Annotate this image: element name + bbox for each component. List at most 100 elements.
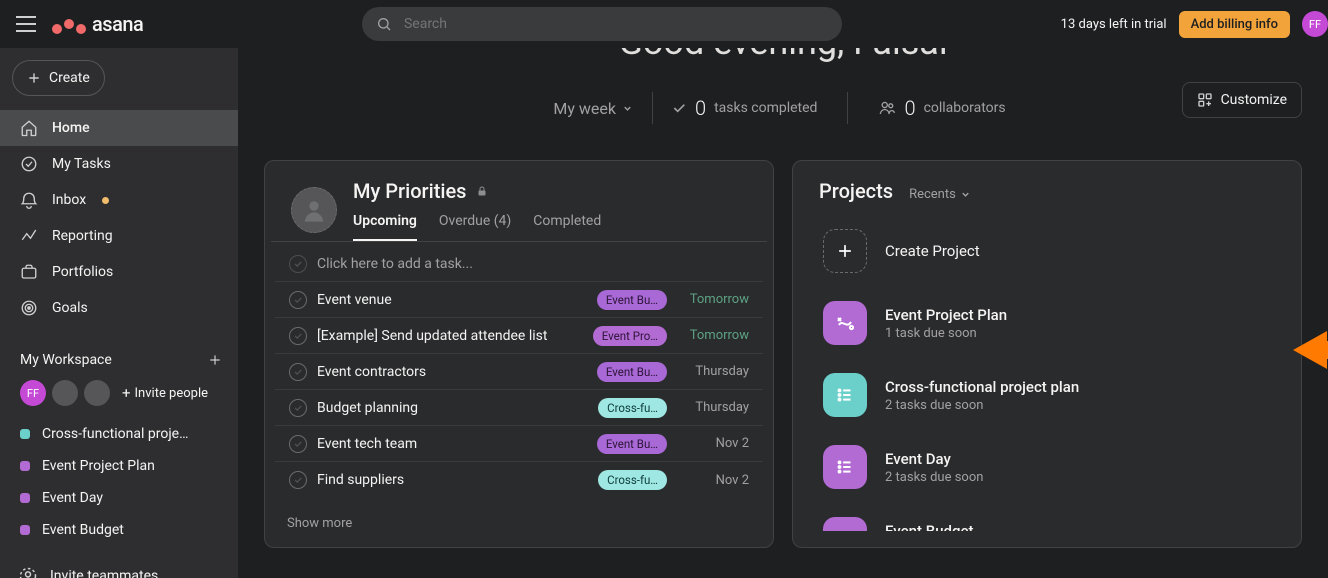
trial-days-text: 13 days left in trial — [1061, 17, 1167, 32]
task-row[interactable]: [Example] Send updated attendee list Eve… — [275, 318, 763, 354]
recents-dropdown[interactable]: Recents — [909, 187, 971, 202]
plus-square-icon — [823, 229, 867, 273]
my-priorities-card: My Priorities Upcoming Overdue (4) Compl… — [264, 160, 774, 548]
sidebar-item-goals[interactable]: Goals — [0, 290, 238, 326]
topbar: asana 13 days left in trial Add billing … — [0, 0, 1328, 48]
sidebar-project-label: Event Day — [42, 490, 103, 506]
project-icon — [823, 373, 867, 417]
complete-task-checkbox[interactable] — [289, 435, 307, 453]
sidebar-item-label: Reporting — [52, 228, 113, 244]
task-row[interactable]: Budget planning Cross-fu… Thursday — [275, 390, 763, 426]
goals-icon — [20, 299, 38, 317]
task-name: [Example] Send updated attendee list — [317, 328, 583, 344]
project-pill[interactable]: Event Bu… — [597, 434, 667, 454]
teammates-icon — [18, 566, 38, 578]
create-button[interactable]: Create — [12, 60, 105, 96]
my-week-dropdown[interactable]: My week — [542, 92, 644, 125]
invite-people-button[interactable]: + Invite people — [116, 385, 214, 402]
projects-card: Projects Recents Create Project — [792, 160, 1302, 548]
sidebar-item-inbox[interactable]: Inbox — [0, 182, 238, 218]
check-icon — [671, 100, 687, 116]
project-pill[interactable]: Cross-fu… — [598, 398, 667, 418]
create-project-row[interactable]: Create Project — [819, 215, 1283, 287]
sidebar-item-label: Home — [52, 120, 90, 136]
customize-button[interactable]: Customize — [1182, 82, 1302, 118]
sidebar-project-item[interactable]: Cross-functional proje… — [0, 418, 238, 450]
sidebar-project-item[interactable]: Event Day — [0, 482, 238, 514]
sidebar-item-reporting[interactable]: Reporting — [0, 218, 238, 254]
task-due: Thursday — [677, 400, 749, 415]
workspace-header[interactable]: My Workspace — [0, 344, 238, 376]
member-avatar-empty — [84, 380, 110, 406]
priorities-avatar[interactable] — [291, 187, 337, 233]
add-billing-button[interactable]: Add billing info — [1179, 11, 1290, 38]
complete-task-checkbox[interactable] — [289, 399, 307, 417]
show-more-button[interactable]: Show more — [265, 506, 773, 541]
project-name: Cross-functional project plan — [885, 378, 1079, 396]
project-subtitle: 1 task due soon — [885, 326, 1007, 341]
search-icon — [376, 16, 392, 32]
sidebar: Create Home My TasksInbox Reporting Portfol… — [0, 48, 238, 578]
task-name: Event venue — [317, 292, 587, 308]
chevron-down-icon — [622, 103, 633, 114]
project-pill[interactable]: Cross-fu… — [598, 470, 667, 490]
member-avatar[interactable]: FF — [20, 380, 46, 406]
task-row[interactable]: Event venue Event Bu… Tomorrow — [275, 282, 763, 318]
projects-title: Projects — [819, 179, 893, 203]
hamburger-menu-icon[interactable] — [12, 10, 40, 38]
task-due: Thursday — [677, 364, 749, 379]
project-subtitle: 2 tasks due soon — [885, 470, 983, 485]
sidebar-project-label: Event Budget — [42, 522, 124, 538]
project-icon — [823, 301, 867, 345]
sidebar-project-item[interactable]: Event Budget — [0, 514, 238, 546]
project-row[interactable]: Event Project Plan 1 task due soon — [819, 287, 1283, 359]
tab-upcoming[interactable]: Upcoming — [353, 213, 417, 241]
portfolios-icon — [20, 263, 38, 281]
sidebar-project-item[interactable]: Event Project Plan — [0, 450, 238, 482]
project-pill[interactable]: Event Bu… — [597, 290, 667, 310]
plus-icon[interactable] — [208, 353, 222, 367]
global-search[interactable] — [362, 7, 842, 41]
task-row[interactable]: Find suppliers Cross-fu… Nov 2 — [275, 462, 763, 498]
main-content: Good evening, Faisal My week 0 tasks com… — [238, 48, 1328, 578]
task-row[interactable]: Event tech team Event Bu… Nov 2 — [275, 426, 763, 462]
sidebar-item-home[interactable]: Home — [0, 110, 238, 146]
invite-teammates-button[interactable]: Invite teammates — [0, 556, 238, 578]
grid-plus-icon — [1197, 92, 1213, 108]
project-name: Event Project Plan — [885, 306, 1007, 324]
task-due: Tomorrow — [677, 292, 749, 307]
plus-icon — [27, 71, 41, 85]
project-row[interactable]: Event Day 2 tasks due soon — [819, 431, 1283, 503]
lock-icon — [476, 185, 488, 197]
project-pill[interactable]: Event Bu… — [597, 362, 667, 382]
project-pill[interactable]: Event Pro… — [593, 326, 667, 346]
task-row[interactable]: Event contractors Event Bu… Thursday — [275, 354, 763, 390]
project-color-swatch — [20, 493, 30, 503]
project-row[interactable]: Cross-functional project plan 2 tasks du… — [819, 359, 1283, 431]
project-name: Event Budget — [885, 522, 983, 532]
task-due: Tomorrow — [677, 328, 749, 343]
check-circle-icon — [289, 255, 307, 273]
priorities-title: My Priorities — [353, 179, 466, 203]
task-name: Find suppliers — [317, 472, 588, 488]
asana-logo[interactable]: asana — [52, 12, 143, 36]
people-icon — [878, 99, 896, 117]
complete-task-checkbox[interactable] — [289, 291, 307, 309]
asana-logo-text: asana — [92, 12, 143, 36]
create-label: Create — [49, 70, 90, 86]
user-avatar[interactable]: FF — [1302, 11, 1328, 37]
sidebar-item-portfolios[interactable]: Portfolios — [0, 254, 238, 290]
project-row[interactable]: Event Budget 4 tasks due soon — [819, 503, 1283, 531]
sidebar-item-label: Goals — [52, 300, 88, 316]
tab-completed[interactable]: Completed — [533, 213, 601, 241]
task-due: Nov 2 — [677, 436, 749, 451]
tab-overdue[interactable]: Overdue (4) — [439, 213, 511, 241]
search-input[interactable] — [402, 15, 828, 33]
complete-task-checkbox[interactable] — [289, 327, 307, 345]
task-due: Nov 2 — [677, 473, 749, 488]
project-color-swatch — [20, 461, 30, 471]
sidebar-item-mytasks[interactable]: My Tasks — [0, 146, 238, 182]
complete-task-checkbox[interactable] — [289, 471, 307, 489]
complete-task-checkbox[interactable] — [289, 363, 307, 381]
add-task-row[interactable]: Click here to add a task... — [275, 246, 763, 282]
